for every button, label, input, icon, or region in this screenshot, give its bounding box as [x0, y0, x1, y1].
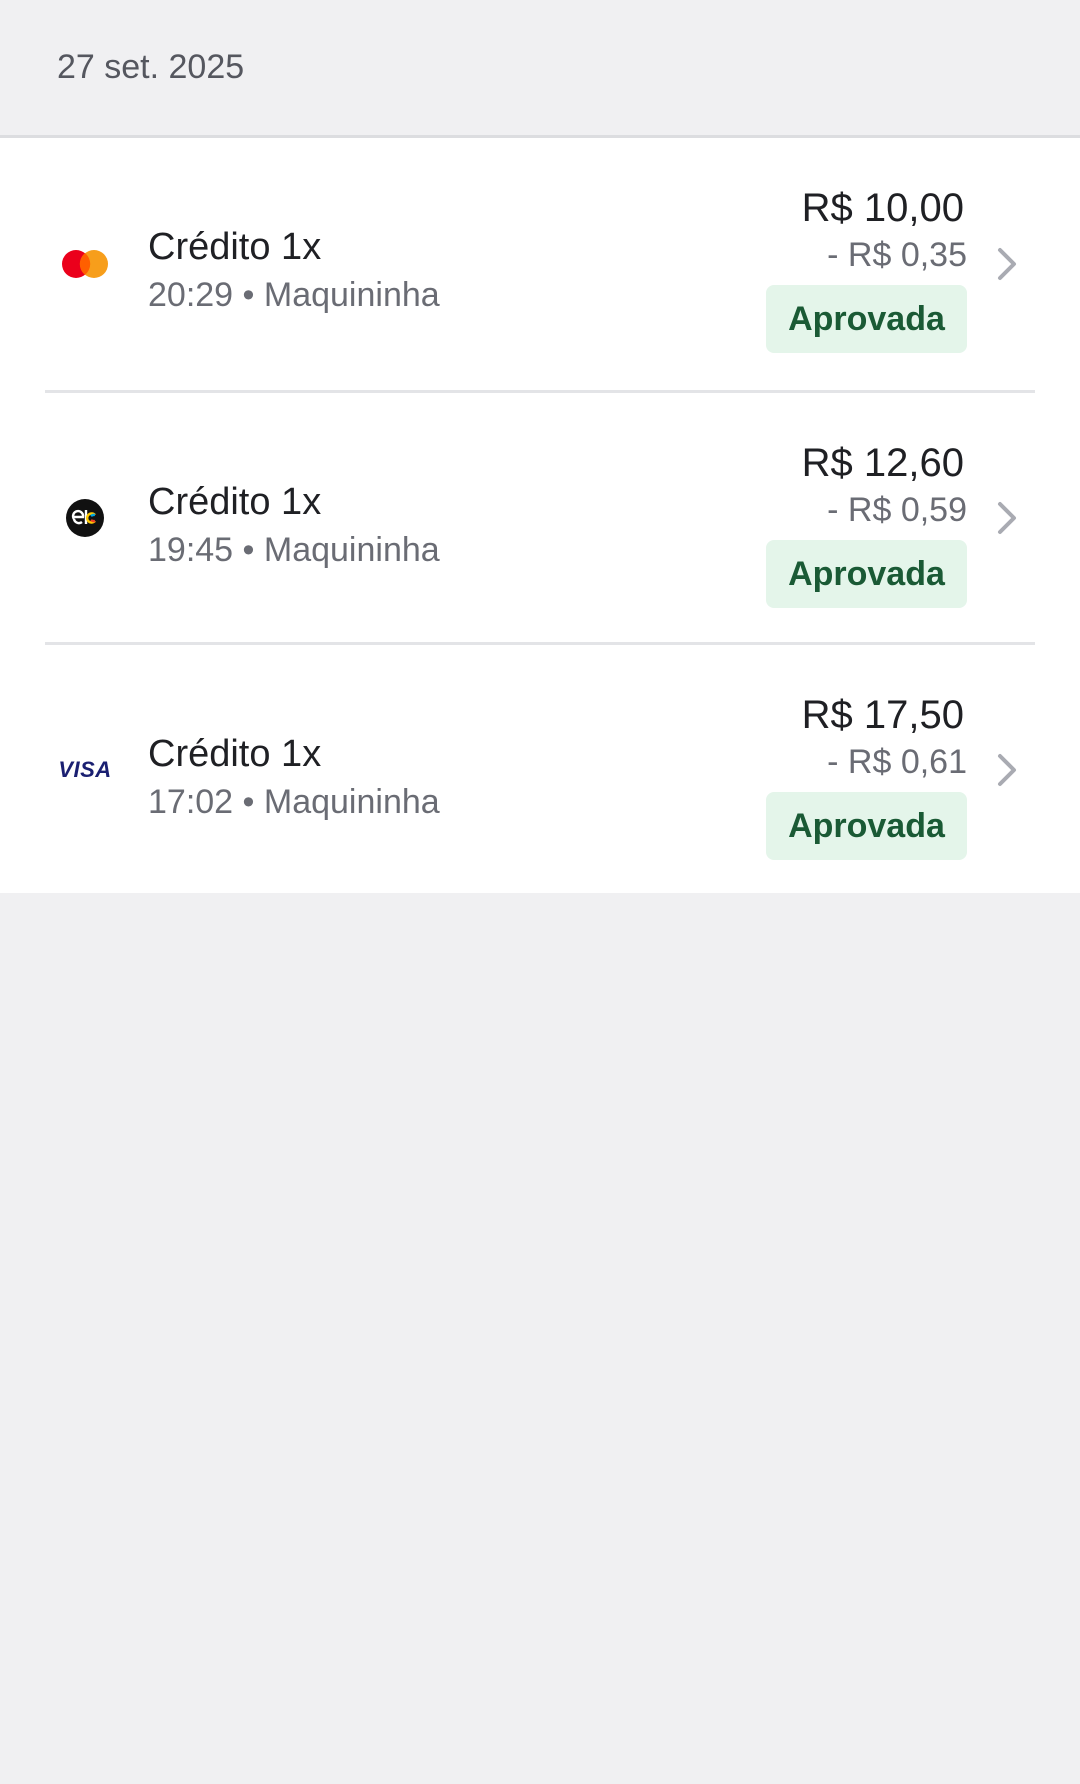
chevron-right-icon — [998, 753, 1016, 786]
status-badge: Aprovada — [766, 540, 967, 608]
date-section-header: 27 set. 2025 — [0, 0, 1080, 138]
transaction-subtitle: 20:29 • Maquininha — [148, 276, 440, 314]
transaction-row[interactable]: VISA Crédito 1x 17:02 • Maquininha R$ 17… — [45, 642, 1035, 894]
transaction-title: Crédito 1x — [148, 481, 322, 523]
date-label: 27 set. 2025 — [57, 48, 245, 86]
transaction-list: Crédito 1x 20:29 • Maquininha R$ 10,00 -… — [0, 138, 1080, 893]
transaction-title: Crédito 1x — [148, 226, 322, 268]
transaction-title: Crédito 1x — [148, 733, 322, 775]
visa-wordmark: VISA — [58, 756, 112, 782]
chevron-right-icon — [998, 501, 1016, 534]
transaction-row[interactable]: Crédito 1x 19:45 • Maquininha R$ 12,60 -… — [45, 390, 1035, 642]
transaction-row[interactable]: Crédito 1x 20:29 • Maquininha R$ 10,00 -… — [0, 138, 1080, 390]
transaction-amount: R$ 12,60 — [801, 441, 964, 485]
elo-icon — [58, 491, 112, 545]
mastercard-icon — [58, 237, 112, 291]
transaction-subtitle: 19:45 • Maquininha — [148, 531, 440, 569]
transaction-subtitle: 17:02 • Maquininha — [148, 783, 440, 821]
transaction-fee: - R$ 0,61 — [827, 743, 967, 781]
transaction-fee: - R$ 0,59 — [827, 491, 967, 529]
transaction-fee: - R$ 0,35 — [827, 236, 967, 274]
transaction-amount: R$ 10,00 — [801, 186, 964, 230]
status-badge: Aprovada — [766, 285, 967, 353]
chevron-right-icon — [998, 248, 1016, 280]
transaction-amount: R$ 17,50 — [801, 693, 964, 737]
status-badge: Aprovada — [766, 792, 967, 860]
visa-icon: VISA — [58, 743, 112, 797]
